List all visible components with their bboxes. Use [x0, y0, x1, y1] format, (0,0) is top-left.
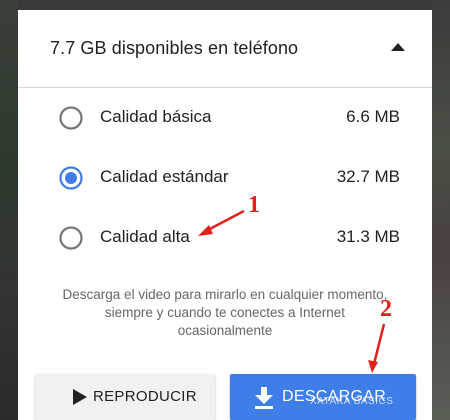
play-button[interactable]: REPRODUCIR	[35, 374, 215, 420]
play-button-label: REPRODUCIR	[93, 388, 197, 405]
option-calidad-basica[interactable]: Calidad básica 6.6 MB	[18, 96, 432, 140]
radio-checked-icon[interactable]	[58, 165, 84, 191]
download-icon	[255, 387, 273, 409]
option-label: Calidad estándar	[100, 167, 229, 186]
download-dialog: 7.7 GB disponibles en teléfono Calidad b…	[18, 10, 432, 420]
option-calidad-estandar[interactable]: Calidad estándar 32.7 MB	[18, 156, 432, 200]
annotation-number-1: 1	[248, 192, 260, 218]
annotation-number-2: 2	[380, 296, 392, 322]
arrow-up-icon[interactable]	[391, 42, 405, 52]
storage-header[interactable]: 7.7 GB disponibles en teléfono	[18, 10, 432, 88]
radio-unchecked-icon[interactable]	[58, 105, 84, 131]
radio-unchecked-icon[interactable]	[58, 225, 84, 251]
option-size: 32.7 MB	[336, 167, 400, 186]
play-icon	[73, 389, 87, 405]
watermark-logo: XATAKA BASICS	[310, 396, 394, 407]
background-video-right	[432, 0, 450, 420]
option-label: Calidad alta	[100, 227, 190, 246]
download-description: Descarga el video para mirarlo en cualqu…	[62, 287, 388, 338]
option-size: 31.3 MB	[336, 227, 400, 246]
background-video-left	[0, 0, 18, 420]
option-calidad-alta[interactable]: Calidad alta 31.3 MB	[18, 216, 432, 260]
background-video-top	[18, 0, 432, 10]
option-size: 6.6 MB	[346, 107, 400, 126]
storage-title: 7.7 GB disponibles en teléfono	[50, 38, 299, 58]
option-label: Calidad básica	[100, 107, 212, 126]
